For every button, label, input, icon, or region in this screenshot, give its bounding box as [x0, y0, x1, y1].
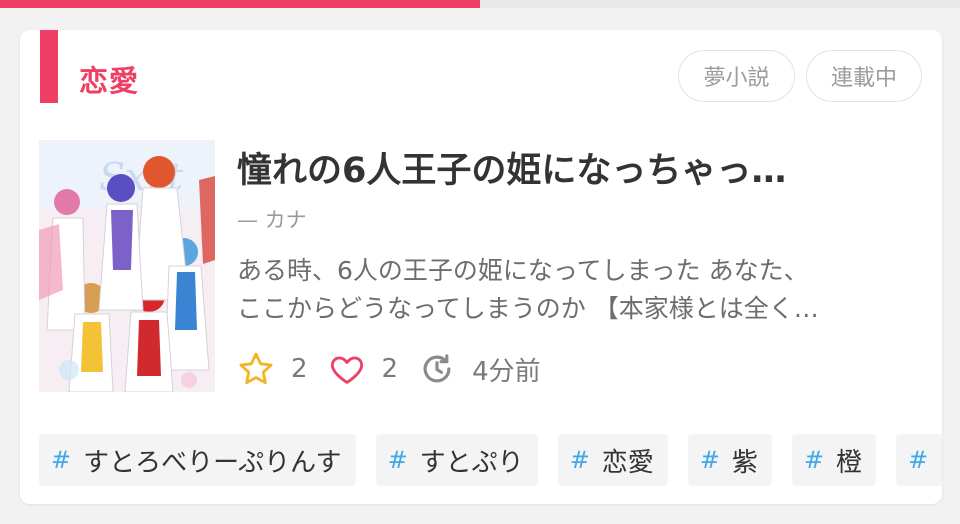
hash-icon: #: [569, 446, 590, 474]
star-outline-icon: [239, 352, 273, 385]
tag-label: 恋愛: [601, 447, 654, 478]
tag-label: すとぷり: [419, 447, 524, 478]
tag-chip[interactable]: # すとろべりーぷりんす: [39, 434, 356, 486]
cover-image[interactable]: Sxxt: [39, 140, 215, 392]
tag-label: 橙: [836, 447, 863, 478]
genre-label: 恋愛: [79, 64, 140, 98]
description-line: ある時、6人の王子の姫になってしまった あなた、: [237, 256, 809, 285]
tag-chip[interactable]: # すとぷり: [375, 434, 538, 486]
tag-chip[interactable]: #ホ: [896, 434, 942, 486]
story-stats: 2 2 4分前: [237, 348, 561, 390]
tag-label: ホ: [940, 442, 942, 479]
author-name[interactable]: — カナ: [237, 204, 307, 234]
hash-icon: #: [803, 446, 825, 474]
genre-accent-bar: [40, 30, 58, 103]
badge-dream-novel: 夢小説: [678, 50, 795, 102]
tag-label: 紫: [731, 447, 758, 478]
tag-chip[interactable]: # 紫: [687, 434, 772, 486]
reading-progress-fill: [0, 0, 480, 8]
description-line: ここからどうなってしまうのか 【本家様とは全く…: [237, 294, 819, 323]
story-description: ある時、6人の王子の姫になってしまった あなた、 ここからどうなってしまうのか …: [237, 252, 927, 328]
tag-chip[interactable]: # 橙: [791, 434, 877, 486]
updated-time: 4分前: [472, 356, 541, 387]
hash-icon: #: [387, 446, 408, 474]
story-card[interactable]: 恋愛 夢小説 連載中 Sxxt 憧れの6人王子の姫になっちゃっ… — カナ ある…: [20, 30, 942, 504]
tag-label: すとろべりーぷりんす: [83, 447, 342, 478]
refresh-clock-icon: [423, 354, 451, 383]
tag-chip[interactable]: # 恋愛: [557, 434, 668, 486]
heart-count: 2: [381, 354, 399, 384]
story-title[interactable]: 憧れの6人王子の姫になっちゃっ…: [237, 142, 877, 193]
badge-serializing: 連載中: [806, 50, 922, 102]
tag-list: #すとろべりーぷりんす #すとぷり #恋愛 #紫 #橙 #ホ: [39, 434, 942, 486]
heart-outline-icon: [330, 356, 363, 384]
hash-icon: #: [699, 446, 720, 474]
hash-icon: #: [908, 446, 929, 474]
reading-progress-track: [0, 0, 960, 8]
hash-icon: #: [51, 446, 72, 474]
star-count: 2: [291, 354, 308, 384]
